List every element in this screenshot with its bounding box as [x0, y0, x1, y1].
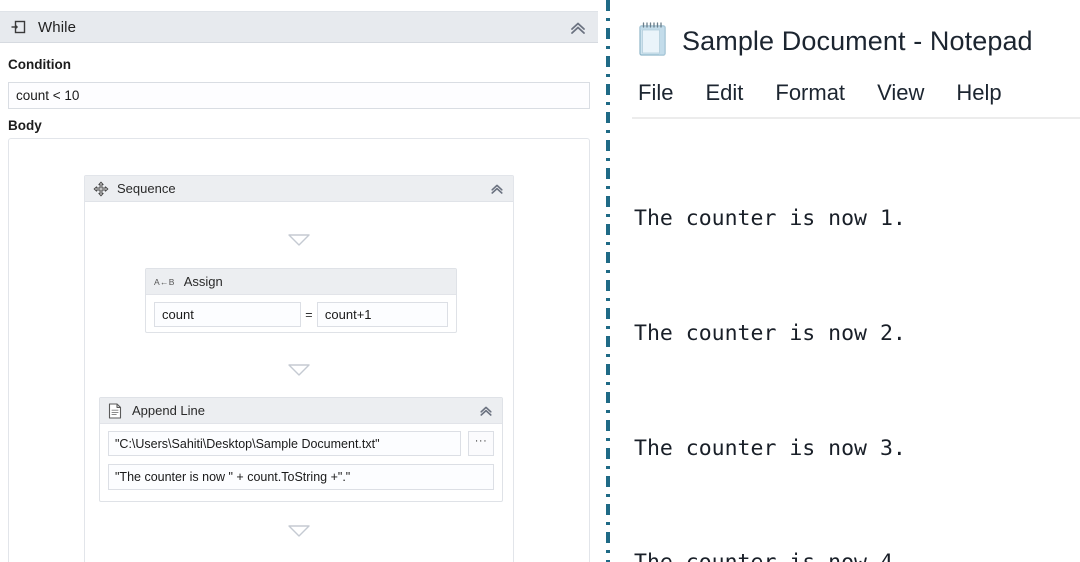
text-line: The counter is now 3. [634, 435, 906, 461]
panel-divider [606, 0, 610, 562]
sequence-move-icon [92, 180, 109, 197]
sequence-activity-header[interactable]: Sequence [85, 176, 513, 202]
chevron-double-up-icon[interactable] [568, 18, 588, 38]
while-activity-title: While [38, 18, 77, 36]
assign-target-input[interactable]: count [154, 302, 301, 327]
menu-help[interactable]: Help [956, 80, 1001, 106]
menu-file[interactable]: File [638, 80, 673, 106]
text-line: The counter is now 4. [634, 544, 1080, 562]
drop-triangle-top[interactable] [287, 233, 311, 247]
menubar-separator [632, 117, 1080, 119]
assign-activity-title: Assign [183, 274, 223, 289]
assign-value-text: count+1 [324, 307, 372, 322]
notepad-icon [636, 20, 670, 63]
sequence-activity-title: Sequence [117, 181, 176, 196]
assign-operator: = [305, 307, 313, 322]
assign-expression-row: count = count+1 [146, 295, 456, 327]
text-line: The counter is now 1. [634, 206, 906, 232]
condition-label: Condition [8, 57, 71, 72]
append-file-path-value: "C:\Users\Sahiti\Desktop\Sample Document… [115, 436, 380, 451]
notepad-window: Sample Document - Notepad File Edit Form… [618, 0, 1080, 562]
append-text-input[interactable]: "The counter is now " + count.ToString +… [108, 464, 494, 490]
append-path-row: "C:\Users\Sahiti\Desktop\Sample Document… [100, 424, 502, 456]
append-text-value: "The counter is now " + count.ToString +… [115, 470, 351, 484]
chevron-double-up-icon[interactable] [478, 403, 494, 419]
text-line: The counter is now 2. [634, 321, 906, 347]
drop-triangle-bottom[interactable] [287, 524, 311, 538]
assign-value-input[interactable]: count+1 [316, 302, 448, 327]
drop-triangle-middle[interactable] [287, 363, 311, 377]
menu-view[interactable]: View [877, 80, 924, 106]
condition-input[interactable]: count < 10 [8, 82, 590, 109]
while-loop-icon [9, 17, 29, 37]
assign-target-value: count [162, 307, 194, 322]
assign-activity-header[interactable]: A←B Assign [146, 269, 456, 295]
browse-file-button[interactable]: ··· [468, 431, 494, 456]
notepad-titlebar: Sample Document - Notepad [636, 20, 1033, 63]
assign-ab-icon: A←B [154, 276, 175, 287]
workflow-designer-panel: While Condition count < 10 Body Sequence… [0, 0, 598, 562]
notepad-text-area[interactable]: The counter is now 1. The counter is now… [634, 124, 1080, 562]
menu-edit[interactable]: Edit [705, 80, 743, 106]
append-line-activity[interactable]: Append Line "C:\Users\Sahiti\Desktop\Sam… [99, 397, 503, 502]
append-file-path-input[interactable]: "C:\Users\Sahiti\Desktop\Sample Document… [108, 431, 461, 456]
while-activity-header[interactable]: While [0, 11, 598, 43]
append-line-activity-title: Append Line [132, 403, 206, 418]
chevron-double-up-icon[interactable] [489, 181, 505, 197]
sequence-activity[interactable]: Sequence A←B Assign count = count+1 Appe… [84, 175, 514, 562]
screenshot-root: While Condition count < 10 Body Sequence… [0, 0, 1080, 562]
notepad-menubar: File Edit Format View Help [638, 80, 1002, 106]
body-label: Body [8, 118, 42, 133]
notepad-title: Sample Document - Notepad [682, 26, 1033, 56]
document-page-icon [107, 402, 123, 419]
assign-activity[interactable]: A←B Assign count = count+1 [145, 268, 457, 333]
condition-value: count < 10 [16, 88, 80, 103]
append-line-activity-header[interactable]: Append Line [100, 398, 502, 424]
menu-format[interactable]: Format [775, 80, 845, 106]
